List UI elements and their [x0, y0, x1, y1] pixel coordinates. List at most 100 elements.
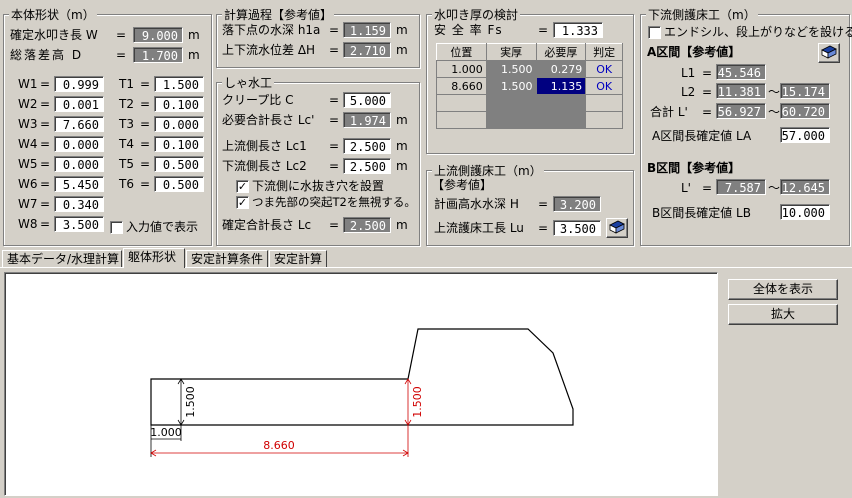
equals-sign: = — [140, 97, 151, 111]
equals-sign: = — [329, 139, 340, 153]
table-row[interactable] — [436, 111, 623, 129]
a-confirmed-input[interactable]: 57.000 — [780, 127, 830, 143]
tab-body-shape[interactable]: 躯体形状 — [123, 248, 185, 268]
l1-label: L1 — [681, 66, 696, 80]
equals-sign: = — [702, 181, 713, 195]
drain-hole-checkbox[interactable]: ✓ — [236, 180, 249, 193]
tab-stability-calc[interactable]: 安定計算 — [269, 250, 327, 267]
safety-input[interactable]: 1.333 — [553, 22, 603, 38]
table-row[interactable]: 8.660 1.500 1.135 OK — [436, 77, 623, 95]
w-input[interactable]: 7.660 — [54, 116, 104, 132]
equals-sign: = — [329, 159, 340, 173]
w-label: W8 — [18, 217, 38, 231]
total-drop-label: 総落差高 D — [10, 48, 84, 62]
downstream-reference-button[interactable] — [818, 43, 840, 63]
apron-table: 位置 実厚 必要厚 判定 1.000 1.500 0.279 OK 8.660 … — [436, 43, 623, 129]
b-section-title: B区間【参考値】 — [647, 161, 741, 175]
h1a-field: 1.159 — [343, 22, 391, 38]
position-cell[interactable]: 8.660 — [436, 77, 487, 95]
downstream-title: 下流側護床工（m） — [646, 6, 758, 23]
unit-label: m — [396, 218, 408, 232]
w-input[interactable]: 0.000 — [54, 136, 104, 152]
ignore-t2-checkbox[interactable]: ✓ — [236, 196, 249, 209]
w-input[interactable]: 0.000 — [54, 156, 104, 172]
w-label: W5 — [18, 157, 38, 171]
book-icon — [821, 45, 837, 59]
t-input[interactable]: 1.500 — [154, 76, 204, 92]
b-to-field: 12.645 — [780, 179, 830, 195]
up-length-input[interactable]: 2.500 — [343, 138, 391, 154]
t-input[interactable]: 0.100 — [154, 136, 204, 152]
req-length-field: 1.974 — [343, 112, 391, 128]
t-input[interactable]: 0.100 — [154, 96, 204, 112]
tab-stability-conditions[interactable]: 安定計算条件 — [186, 250, 268, 267]
b-confirmed-label: B区間長確定値 LB — [652, 206, 751, 220]
required-thickness-cell — [535, 111, 587, 129]
equals-sign: = — [40, 137, 51, 151]
table-row[interactable] — [436, 94, 623, 112]
w-input[interactable]: 5.450 — [54, 176, 104, 192]
req-length-label: 必要合計長さ Lc' — [222, 113, 315, 127]
table-header-row: 位置 実厚 必要厚 判定 — [436, 43, 623, 61]
tab-basic-data[interactable]: 基本データ/水理計算 — [2, 250, 122, 267]
confirmed-width-label: 確定水叩き長 W — [10, 28, 98, 42]
w-input[interactable]: 0.999 — [54, 76, 104, 92]
t-label: T6 — [119, 177, 134, 191]
position-cell[interactable] — [436, 94, 487, 112]
equals-sign: = — [329, 93, 340, 107]
upstream-length-input[interactable]: 3.500 — [553, 220, 601, 236]
position-cell[interactable]: 1.000 — [436, 60, 487, 78]
judge-cell: OK — [585, 77, 623, 95]
w1-dim-label: 1.000 — [150, 426, 182, 439]
sum-from-field: 56.927 — [716, 103, 766, 119]
column-header: 必要厚 — [535, 43, 587, 61]
show-all-button[interactable]: 全体を表示 — [728, 279, 838, 300]
equals-sign: = — [538, 197, 549, 211]
l2-to-field: 15.174 — [780, 83, 830, 99]
upstream-length-label: 上流護床工長 Lu — [434, 221, 524, 235]
position-cell[interactable] — [436, 111, 487, 129]
zoom-button[interactable]: 拡大 — [728, 304, 838, 325]
structure-drawing: 1.500 1.500 1.000 8.660 — [150, 328, 574, 457]
equals-sign: = — [40, 97, 51, 111]
equals-sign: = — [329, 23, 340, 37]
w-label: W6 — [18, 177, 38, 191]
required-thickness-cell — [535, 94, 587, 112]
t-input[interactable]: 0.500 — [154, 156, 204, 172]
l2-from-field: 11.381 — [716, 83, 766, 99]
t-input[interactable]: 0.000 — [154, 116, 204, 132]
upstream-reference-button[interactable] — [606, 218, 628, 238]
w-label: W3 — [18, 117, 38, 131]
b-from-field: 7.587 — [716, 179, 766, 195]
equals-sign: = — [329, 113, 340, 127]
equals-sign: = — [140, 77, 151, 91]
confirmed-width-field: 9.000 — [133, 27, 183, 43]
w-label: W7 — [18, 197, 38, 211]
unit-label: m — [396, 113, 408, 127]
w-input[interactable]: 0.340 — [54, 196, 104, 212]
endsill-checkbox[interactable] — [648, 26, 661, 39]
w-input[interactable]: 3.500 — [54, 216, 104, 232]
b-confirmed-input[interactable]: 10.000 — [780, 204, 830, 220]
column-header: 実厚 — [485, 43, 537, 61]
column-header: 位置 — [436, 43, 487, 61]
w-label: W1 — [18, 77, 38, 91]
w-label: W4 — [18, 137, 38, 151]
table-row[interactable]: 1.000 1.500 0.279 OK — [436, 60, 623, 78]
b-l-label: L' — [681, 181, 691, 195]
a-confirmed-label: A区間長確定値 LA — [652, 129, 752, 143]
t-label: T4 — [119, 137, 134, 151]
w-input[interactable]: 0.001 — [54, 96, 104, 112]
down-length-input[interactable]: 2.500 — [343, 158, 391, 174]
actual-thickness-cell — [485, 94, 537, 112]
show-input-checkbox[interactable] — [110, 221, 123, 234]
drawing-canvas[interactable]: 1.500 1.500 1.000 8.660 — [4, 272, 718, 496]
height-dim-label-2: 1.500 — [411, 386, 424, 418]
equals-sign: = — [140, 157, 151, 171]
t-input[interactable]: 0.500 — [154, 176, 204, 192]
drain-hole-label: 下流側に水抜き穴を設置 — [252, 179, 385, 193]
tilde-label: 〜 — [768, 105, 781, 119]
equals-sign: = — [538, 23, 549, 37]
creep-input[interactable]: 5.000 — [343, 92, 391, 108]
equals-sign: = — [40, 217, 51, 231]
